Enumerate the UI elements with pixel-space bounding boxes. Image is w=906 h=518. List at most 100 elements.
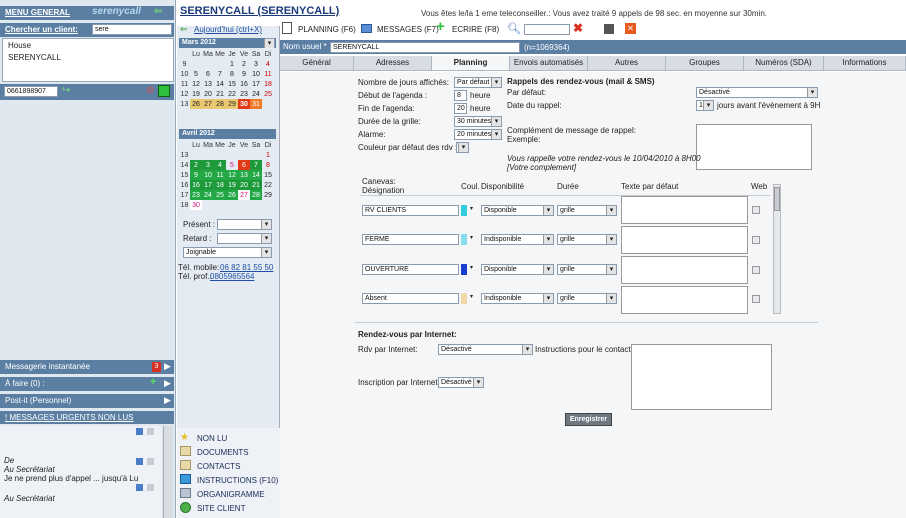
menu-non-lu[interactable]: NON LU: [197, 434, 227, 443]
canevas-designation-input[interactable]: Absent: [362, 293, 459, 304]
delete-icon[interactable]: [147, 428, 154, 435]
complement-textarea[interactable]: [696, 124, 812, 170]
messages-button[interactable]: MESSAGES (F7): [377, 25, 439, 34]
write-icon[interactable]: +: [436, 19, 445, 34]
menu-general-link[interactable]: MENU GENERAL: [0, 6, 174, 20]
nb-jours-select[interactable]: Par défaut: [454, 77, 502, 88]
tab-groupes[interactable]: Groupes: [666, 56, 744, 70]
tab-general[interactable]: Général: [280, 56, 354, 70]
messages-icon[interactable]: [361, 24, 372, 33]
canevas-color-swatch[interactable]: [461, 293, 467, 304]
calendar-icon[interactable]: [282, 22, 292, 34]
close-icon[interactable]: ✕: [625, 23, 636, 34]
canevas-texte-textarea[interactable]: [621, 286, 748, 314]
canevas-duree-select[interactable]: grille: [557, 293, 617, 304]
expand-arrow-icon[interactable]: ▶: [164, 378, 171, 389]
tab-numeros[interactable]: Numéros (SDA): [744, 56, 824, 70]
canevas-duree-select[interactable]: grille: [557, 264, 617, 275]
menu-site-client[interactable]: SITE CLIENT: [197, 504, 245, 513]
color-dropdown-icon[interactable]: ▾: [470, 234, 473, 241]
canevas-duree-select[interactable]: grille: [557, 205, 617, 216]
rdv-internet-select[interactable]: Désactivé: [438, 344, 533, 355]
canevas-color-swatch[interactable]: [461, 234, 467, 245]
canevas-texte-textarea[interactable]: [621, 256, 748, 284]
header-search-input[interactable]: [524, 24, 570, 35]
tab-informations[interactable]: Informations: [824, 56, 906, 70]
tab-adresses[interactable]: Adresses: [354, 56, 432, 70]
today-link[interactable]: Aujourd'hui (ctrl+X): [194, 25, 262, 34]
tab-planning[interactable]: Planning: [432, 56, 510, 70]
planning-button[interactable]: PLANNING (F6): [298, 25, 356, 34]
search-client-input[interactable]: sere: [92, 24, 172, 35]
date-rappel-select[interactable]: 1: [696, 100, 714, 111]
canevas-color-swatch[interactable]: [461, 264, 467, 275]
tel-pro-link[interactable]: 0805965564: [210, 272, 255, 281]
expand-arrow-icon[interactable]: ▶: [164, 395, 171, 406]
retard-select[interactable]: [217, 233, 272, 244]
menu-contacts[interactable]: CONTACTS: [197, 462, 240, 471]
urgent-messages-header[interactable]: ! MESSAGES URGENTS NON LUS: [0, 411, 174, 424]
canevas-scrollbar[interactable]: [773, 184, 781, 314]
instructions-contact-textarea[interactable]: [631, 344, 772, 410]
canevas-dispo-select[interactable]: Disponible: [481, 205, 554, 216]
a-faire-panel-header[interactable]: À faire (0) :: [0, 377, 174, 391]
nom-usuel-input[interactable]: SERENYCALL: [330, 42, 520, 53]
debut-input[interactable]: 8: [454, 90, 467, 101]
color-dropdown-icon[interactable]: ▾: [470, 205, 473, 212]
messages-scrollbar[interactable]: [163, 426, 173, 518]
alarme-select[interactable]: 20 minutes: [454, 129, 502, 140]
message-text[interactable]: Je ne prend plus d'appel ... jusqu'à Lu: [4, 474, 138, 483]
back-arrow-icon[interactable]: ⇐: [154, 6, 162, 17]
post-it-panel-header[interactable]: Post-it (Personnel): [0, 394, 174, 408]
canevas-designation-input[interactable]: RV CLIENTS: [362, 205, 459, 216]
clear-icon[interactable]: ✖: [573, 21, 583, 35]
add-icon[interactable]: +: [150, 376, 156, 388]
canevas-web-checkbox[interactable]: [752, 295, 760, 303]
canevas-designation-input[interactable]: FERME: [362, 234, 459, 245]
month-select[interactable]: [264, 38, 275, 48]
client-result-serenycall[interactable]: SERENYCALL: [3, 52, 173, 63]
canevas-color-swatch[interactable]: [461, 205, 467, 216]
tab-autres[interactable]: Autres: [588, 56, 666, 70]
menu-organigramme[interactable]: ORGANIGRAMME: [197, 490, 265, 499]
client-title[interactable]: SERENYCALL (SERENYCALL): [180, 5, 339, 17]
client-result-house[interactable]: House: [3, 39, 173, 52]
tab-envois[interactable]: Envois automatisés: [510, 56, 588, 70]
canevas-dispo-select[interactable]: Disponible: [481, 264, 554, 275]
ecrire-button[interactable]: ECRIRE (F8): [452, 25, 499, 34]
delete-icon[interactable]: [147, 458, 154, 465]
canevas-texte-textarea[interactable]: [621, 226, 748, 254]
canevas-texte-textarea[interactable]: [621, 196, 748, 224]
canevas-duree-select[interactable]: grille: [557, 234, 617, 245]
call-icon[interactable]: ↪: [62, 85, 70, 96]
fin-input[interactable]: 20: [454, 103, 467, 114]
color-dropdown-icon[interactable]: ▾: [470, 293, 473, 300]
phone-input[interactable]: 0661898907: [4, 86, 58, 97]
prev-arrow-icon[interactable]: ⇐: [180, 24, 188, 35]
reply-icon[interactable]: [136, 484, 143, 491]
canevas-web-checkbox[interactable]: [752, 236, 760, 244]
inscription-internet-select[interactable]: Désactivé: [438, 377, 484, 388]
canevas-dispo-select[interactable]: Indisponible: [481, 293, 554, 304]
joignable-select[interactable]: Joignable: [183, 247, 272, 258]
canevas-web-checkbox[interactable]: [752, 266, 760, 274]
expand-arrow-icon[interactable]: ▶: [164, 361, 171, 372]
tel-mobile-link[interactable]: 06 82 81 55 50: [220, 263, 273, 272]
delete-icon[interactable]: [147, 484, 154, 491]
canevas-designation-input[interactable]: OUVERTURE: [362, 264, 459, 275]
canevas-web-checkbox[interactable]: [752, 206, 760, 214]
menu-documents[interactable]: DOCUMENTS: [197, 448, 249, 457]
search-icon[interactable]: 🔍︎: [507, 22, 521, 35]
present-select[interactable]: [217, 219, 272, 230]
save-button[interactable]: Enregistrer: [565, 413, 612, 426]
canevas-dispo-select[interactable]: Indisponible: [481, 234, 554, 245]
print-icon[interactable]: [604, 24, 614, 34]
duree-select[interactable]: 30 minutes: [454, 116, 502, 127]
messagerie-panel-header[interactable]: Messagerie instantanée: [0, 360, 174, 374]
scroll-thumb[interactable]: [774, 187, 780, 211]
color-dropdown-icon[interactable]: ▾: [470, 264, 473, 271]
reply-icon[interactable]: [136, 428, 143, 435]
par-defaut-select[interactable]: Désactivé: [696, 87, 818, 98]
hangup-icon[interactable]: ⊘: [146, 85, 154, 96]
menu-instructions[interactable]: INSTRUCTIONS (F10): [197, 476, 278, 485]
